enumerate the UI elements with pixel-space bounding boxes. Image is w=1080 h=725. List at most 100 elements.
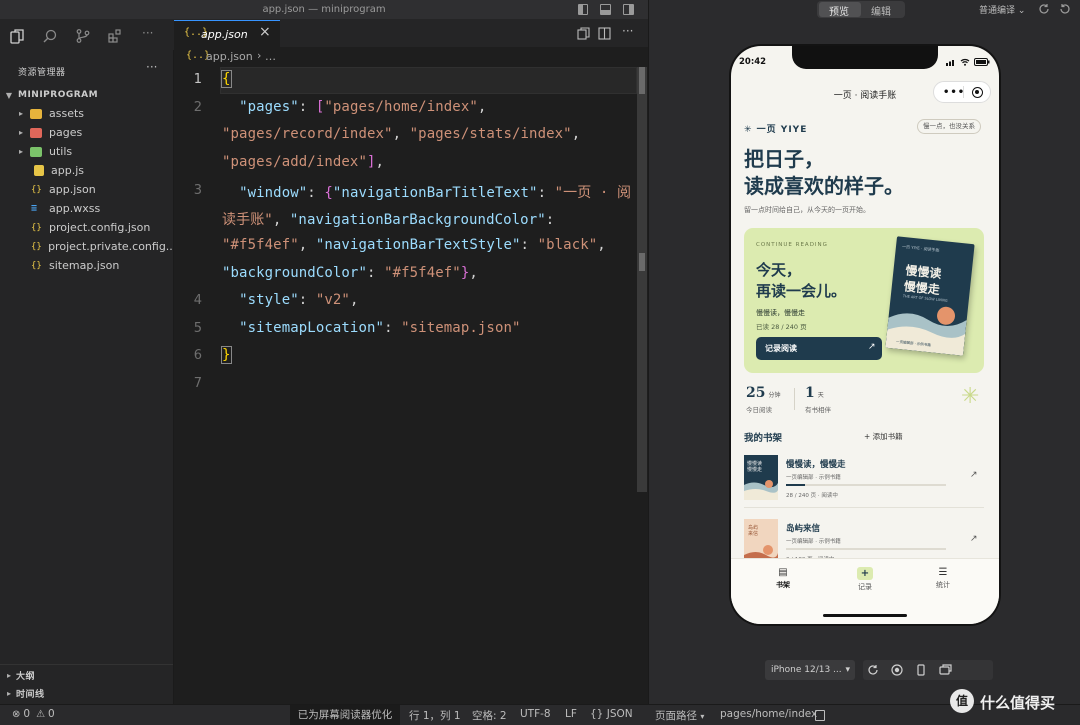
stat-days-label: 有书相伴	[805, 406, 831, 414]
code-line-1: {	[221, 70, 232, 88]
tab-edit[interactable]: 编辑	[871, 3, 891, 18]
window-icon[interactable]	[939, 664, 952, 676]
breadcrumb-more[interactable]: …	[265, 50, 276, 63]
open-changes-icon[interactable]	[577, 27, 590, 40]
cursor-position[interactable]: 行 1，列 1	[409, 708, 461, 723]
refresh-icon[interactable]	[1038, 3, 1050, 15]
battery-icon	[974, 58, 990, 66]
book-meta: 一页编辑部 · 示例书籍	[786, 539, 841, 545]
tree-item-app-wxss[interactable]: ≡ app.wxss	[0, 199, 173, 218]
toggle-sidebar-icon[interactable]	[578, 4, 588, 15]
title-bar: app.json — miniprogram	[0, 0, 648, 20]
subline: 留一点时间给自己，从今天的一页开始。	[744, 206, 870, 214]
language-mode[interactable]: {} JSON	[590, 708, 633, 720]
capsule-menu[interactable]: •••	[933, 81, 991, 103]
json-file-icon: {}	[31, 222, 42, 233]
split-editor-icon[interactable]	[598, 27, 611, 40]
tree-item-app-json[interactable]: {} app.json	[0, 180, 173, 199]
explorer-icon[interactable]	[10, 29, 24, 44]
workspace-root[interactable]: ▼ MINIPROGRAM	[0, 86, 173, 104]
more-icon[interactable]: ···	[142, 26, 153, 40]
wifi-icon	[960, 58, 970, 66]
search-icon[interactable]	[43, 29, 57, 43]
tab-label: app.json	[201, 28, 248, 41]
progress-fill	[786, 484, 806, 486]
arrow-up-right-icon[interactable]: ↗	[970, 534, 978, 544]
json-file-icon: {}	[31, 260, 42, 271]
continue-reading-card[interactable]: CONTINUE READING 今天， 再读一会儿。 慢慢读，慢慢走 已读 2…	[744, 228, 984, 373]
toggle-secondary-sidebar-icon[interactable]	[623, 4, 634, 15]
warning-icon: ⚠	[36, 708, 46, 720]
headline-line-1: 把日子，	[744, 147, 824, 171]
add-book-link[interactable]: + 添加书籍	[864, 431, 903, 442]
arrow-up-right-icon[interactable]: ↗	[970, 470, 978, 480]
signal-icon	[946, 60, 954, 66]
chevron-right-icon: ›	[257, 49, 262, 62]
screen-reader-status[interactable]: 已为屏幕阅读器优化	[290, 705, 400, 725]
source-control-icon[interactable]	[76, 29, 90, 43]
tree-item-assets[interactable]: ▸ assets	[0, 104, 173, 123]
menu-dots-icon[interactable]: •••	[943, 87, 965, 98]
code-line-4: "style": "v2",	[239, 292, 359, 308]
scrollbar[interactable]	[637, 67, 647, 492]
phone-icon[interactable]	[915, 664, 927, 676]
tab-stats[interactable]: ☰ 统计	[921, 567, 965, 590]
code-line-3-wrap-2: "#f5f4ef", "navigationBarTextStyle": "bl…	[222, 237, 606, 253]
more-actions-icon[interactable]: ···	[622, 24, 633, 38]
book-title: 岛屿来信	[786, 524, 821, 534]
tree-item-sitemap[interactable]: {} sitemap.json	[0, 256, 173, 275]
timeline-section[interactable]: ▸ 时间线	[0, 684, 45, 702]
explorer-title: 资源管理器	[18, 68, 66, 78]
page-path-label[interactable]: 页面路径 ▾	[655, 708, 704, 723]
card-kicker: CONTINUE READING	[756, 242, 828, 248]
code-line-2-wrap-1: "pages/record/index", "pages/stats/index…	[222, 126, 581, 142]
chevron-down-icon: ▾	[700, 712, 705, 721]
braces-icon: {}	[590, 708, 604, 720]
scrollbar-marker	[639, 253, 645, 271]
indentation[interactable]: 空格: 2	[472, 708, 507, 723]
simulator-panel: 预览 编辑 普通编译 ⌄ 20:42 一页 · 阅读手账 ••• ✳ 一页 YI…	[648, 0, 1080, 704]
book-progress: 28 / 240 页 · 阅读中	[786, 493, 838, 499]
phone-tab-bar: ▤ 书架 + 记录 ☰ 统计	[731, 558, 999, 624]
tree-item-project-config[interactable]: {} project.config.json	[0, 218, 173, 237]
line-number: 4	[193, 293, 202, 308]
outline-section[interactable]: ▸ 大纲	[0, 666, 35, 684]
breadcrumb: {..} app.json › …	[174, 47, 648, 67]
rotate-icon[interactable]	[1059, 3, 1071, 15]
status-bar: ⊗ 0 ⚠ 0 已为屏幕阅读器优化 行 1，列 1 空格: 2 UTF-8 LF {…	[0, 704, 1080, 725]
simulator-toolbar: 预览 编辑 普通编译 ⌄	[649, 0, 1080, 20]
tree-item-pages[interactable]: ▸ pages	[0, 123, 173, 142]
tab-bookshelf[interactable]: ▤ 书架	[761, 567, 805, 590]
close-miniprogram-icon[interactable]	[972, 87, 983, 98]
watermark-logo: 值	[950, 689, 974, 713]
problems-indicator[interactable]: ⊗ 0 ⚠ 0	[12, 708, 55, 720]
close-icon[interactable]: ×	[259, 24, 271, 40]
record-icon[interactable]	[891, 664, 903, 676]
restart-icon[interactable]	[867, 664, 879, 676]
code-editor[interactable]: 1 2 3 4 5 6 7 { "pages": ["pages/home/in…	[174, 67, 648, 704]
extensions-icon[interactable]	[108, 29, 122, 43]
book-meta: 一页编辑部 · 示例书籍	[786, 475, 841, 481]
scrollbar-thumb[interactable]	[639, 67, 645, 94]
tree-item-project-private-config[interactable]: {} project.private.config....	[0, 237, 173, 256]
tree-item-utils[interactable]: ▸ utils	[0, 142, 173, 161]
device-select[interactable]: iPhone 12/13 ... ▾	[765, 660, 855, 680]
book-row[interactable]: 慢慢读 慢慢走 慢慢读，慢慢走 一页编辑部 · 示例书籍 28 / 240 页 …	[744, 450, 984, 508]
progress-track	[786, 548, 946, 550]
js-file-icon	[34, 165, 44, 176]
encoding[interactable]: UTF-8	[520, 708, 551, 720]
toggle-panel-icon[interactable]	[600, 4, 611, 15]
explorer-more-icon[interactable]: ···	[146, 60, 157, 74]
tab-record[interactable]: + 记录	[843, 567, 887, 592]
copy-icon[interactable]	[815, 710, 825, 721]
record-reading-button[interactable]: 记录阅读 ↗	[756, 337, 882, 360]
json-file-icon: {}	[31, 184, 42, 195]
line-ending[interactable]: LF	[565, 708, 577, 720]
compile-mode-select[interactable]: 普通编译 ⌄	[979, 3, 1025, 16]
watermark-text: 什么值得买	[980, 694, 1056, 712]
breadcrumb-file[interactable]: app.json	[206, 50, 253, 63]
card-book-title: 慢慢读，慢慢走	[756, 309, 805, 317]
tree-item-app-js[interactable]: app.js	[0, 161, 173, 180]
progress-track	[786, 484, 946, 486]
tab-app-json[interactable]: {..} app.json ×	[174, 20, 280, 47]
